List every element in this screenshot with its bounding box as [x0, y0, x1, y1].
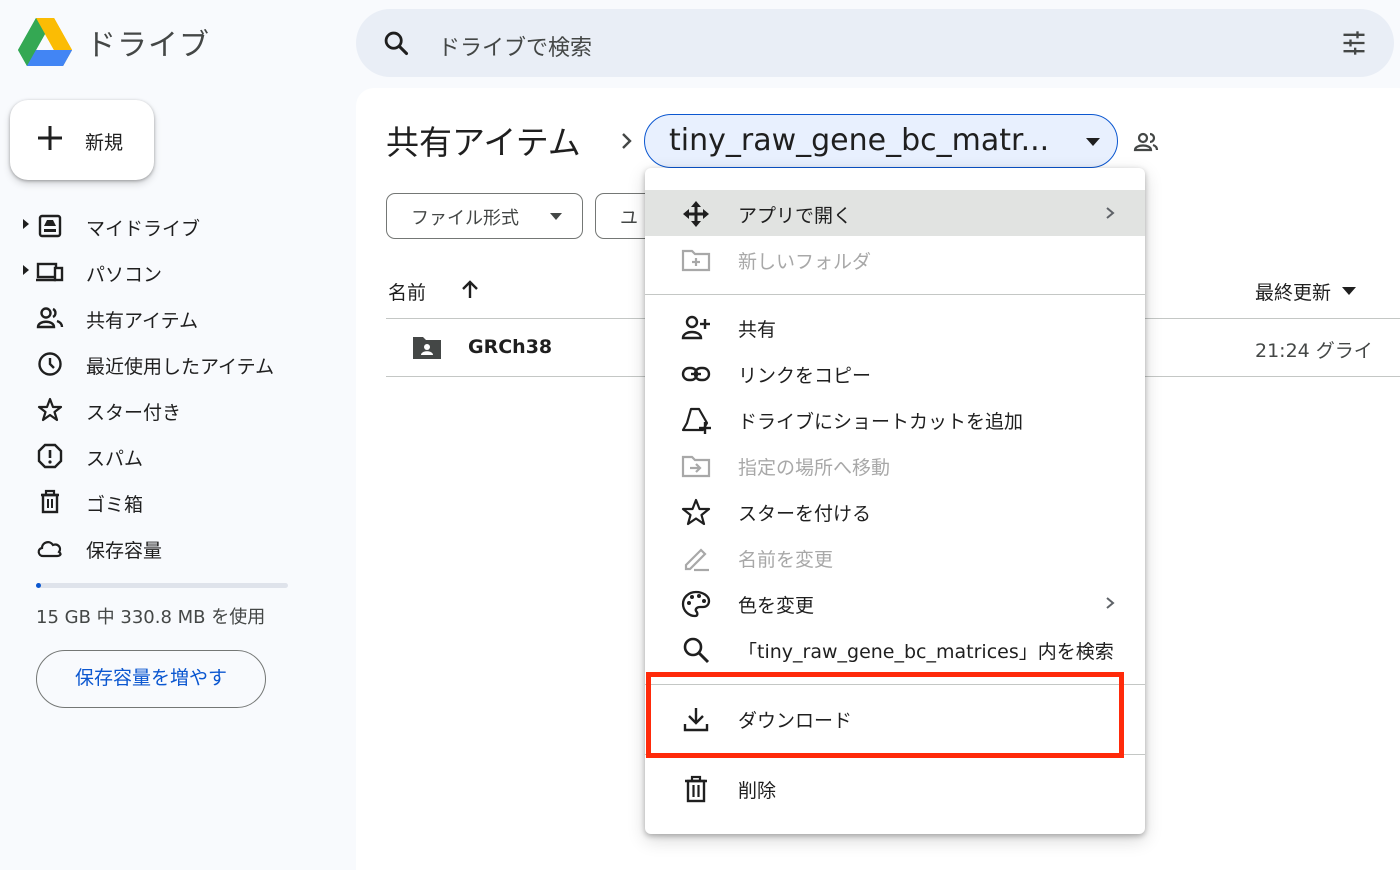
star-icon	[37, 397, 63, 422]
chevron-right-icon	[1106, 207, 1115, 219]
link-icon	[681, 366, 711, 382]
column-header-modified[interactable]: 最終更新	[1255, 278, 1331, 305]
file-type-filter[interactable]: ファイル形式	[386, 193, 583, 239]
filter-label: ファイル形式	[411, 208, 519, 229]
sidebar-item-label: マイドライブ	[86, 218, 201, 240]
cloud-icon	[37, 541, 62, 558]
menu-item-change-color[interactable]: 色を変更	[645, 580, 1145, 626]
menu-item-label: ドライブにショートカットを追加	[738, 411, 1024, 433]
person-add-icon	[681, 315, 710, 340]
rename-icon	[684, 548, 709, 572]
get-more-storage-button[interactable]: 保存容量を増やす	[36, 650, 266, 708]
menu-item-label: 新しいフォルダ	[738, 251, 872, 273]
search-icon[interactable]	[382, 29, 410, 57]
menu-item-star[interactable]: スターを付ける	[645, 488, 1145, 534]
sidebar-item-computers[interactable]: パソコン	[22, 251, 332, 291]
trash-icon	[685, 775, 707, 803]
search-options-icon[interactable]	[1340, 29, 1368, 57]
sidebar-item-trash[interactable]: ゴミ箱	[22, 481, 332, 521]
shared-folder-icon	[413, 337, 441, 359]
brand-name: ドライブ	[86, 28, 210, 63]
dropdown-arrow-icon[interactable]	[1342, 287, 1356, 295]
sidebar-item-shared[interactable]: 共有アイテム	[22, 297, 332, 337]
new-button[interactable]: 新規	[10, 100, 154, 180]
plus-icon	[38, 126, 62, 150]
new-button-label: 新規	[85, 132, 124, 154]
sidebar-item-label: ゴミ箱	[86, 494, 144, 516]
star-icon	[681, 498, 711, 526]
sidebar-item-recent[interactable]: 最近使用したアイテム	[22, 343, 332, 383]
search-bar[interactable]: ドライブで検索	[356, 9, 1394, 77]
menu-item-share[interactable]: 共有	[645, 304, 1145, 350]
dropdown-arrow-icon	[550, 213, 562, 220]
expand-caret-icon[interactable]	[22, 264, 30, 276]
menu-item-label: 色を変更	[738, 595, 815, 617]
shared-icon	[36, 307, 64, 329]
dropdown-arrow-icon	[1086, 138, 1100, 146]
file-modified: 21:24 グライ	[1255, 340, 1373, 362]
menu-item-delete[interactable]: 削除	[645, 765, 1145, 811]
sidebar-item-label: 共有アイテム	[86, 310, 199, 332]
trash-icon	[41, 489, 59, 514]
sidebar-item-label: 最近使用したアイテム	[86, 356, 275, 378]
menu-item-add-shortcut[interactable]: ドライブにショートカットを追加	[645, 396, 1145, 442]
open-with-icon	[683, 201, 709, 227]
sidebar-item-my-drive[interactable]: マイドライブ	[22, 205, 332, 245]
menu-item-label: 指定の場所へ移動	[738, 457, 891, 479]
sidebar-item-spam[interactable]: スパム	[22, 435, 332, 475]
menu-item-open-with[interactable]: アプリで開く	[645, 190, 1145, 236]
storage-bar	[36, 583, 288, 588]
search-icon	[683, 637, 710, 664]
menu-item-label: 名前を変更	[738, 549, 834, 571]
column-header-name[interactable]: 名前	[388, 278, 426, 305]
spam-icon	[37, 443, 63, 469]
highlight-annotation	[646, 672, 1124, 758]
menu-item-label: 「tiny_raw_gene_bc_matrices」内を検索	[738, 641, 1114, 663]
move-to-icon	[681, 455, 711, 478]
new-folder-icon	[681, 249, 711, 272]
breadcrumb-current-folder[interactable]: tiny_raw_gene_bc_matr...	[644, 114, 1118, 168]
menu-separator	[645, 294, 1145, 295]
menu-item-label: リンクをコピー	[738, 365, 872, 387]
breadcrumb-current-label: tiny_raw_gene_bc_matr...	[669, 123, 1050, 158]
filter-label: ユ	[620, 208, 638, 229]
storage-bar-fill	[36, 583, 41, 588]
my-drive-icon	[38, 214, 62, 238]
menu-item-move: 指定の場所へ移動	[645, 442, 1145, 488]
menu-item-label: 削除	[738, 780, 777, 802]
menu-item-copy-link[interactable]: リンクをコピー	[645, 350, 1145, 396]
sidebar-item-starred[interactable]: スター付き	[22, 389, 332, 429]
menu-item-label: 共有	[738, 319, 777, 341]
sidebar-item-label: スパム	[86, 448, 144, 470]
menu-item-label: アプリで開く	[738, 205, 853, 227]
storage-usage-text: 15 GB 中 330.8 MB を使用	[36, 607, 266, 628]
palette-icon	[681, 590, 711, 618]
menu-item-rename: 名前を変更	[645, 534, 1145, 580]
add-shortcut-icon	[681, 407, 711, 434]
menu-item-label: スターを付ける	[738, 503, 872, 525]
expand-caret-icon[interactable]	[22, 218, 30, 230]
computers-icon	[36, 262, 64, 282]
sidebar-item-storage[interactable]: 保存容量	[22, 527, 332, 567]
sidebar-item-label: パソコン	[86, 264, 163, 286]
search-input[interactable]: ドライブで検索	[438, 30, 592, 62]
sort-arrow-up-icon[interactable]	[458, 278, 482, 302]
menu-item-new-folder: 新しいフォルダ	[645, 236, 1145, 282]
people-icon[interactable]	[1132, 128, 1160, 156]
drive-logo[interactable]	[18, 18, 72, 66]
file-name[interactable]: GRCh38	[468, 336, 552, 358]
chevron-right-icon	[622, 133, 632, 149]
sidebar-item-label: 保存容量	[86, 540, 163, 562]
clock-icon	[38, 352, 62, 376]
menu-item-search-within[interactable]: 「tiny_raw_gene_bc_matrices」内を検索	[645, 626, 1145, 672]
breadcrumb-root[interactable]: 共有アイテム	[386, 116, 581, 164]
chevron-right-icon	[1106, 597, 1115, 609]
sidebar-item-label: スター付き	[86, 402, 182, 424]
